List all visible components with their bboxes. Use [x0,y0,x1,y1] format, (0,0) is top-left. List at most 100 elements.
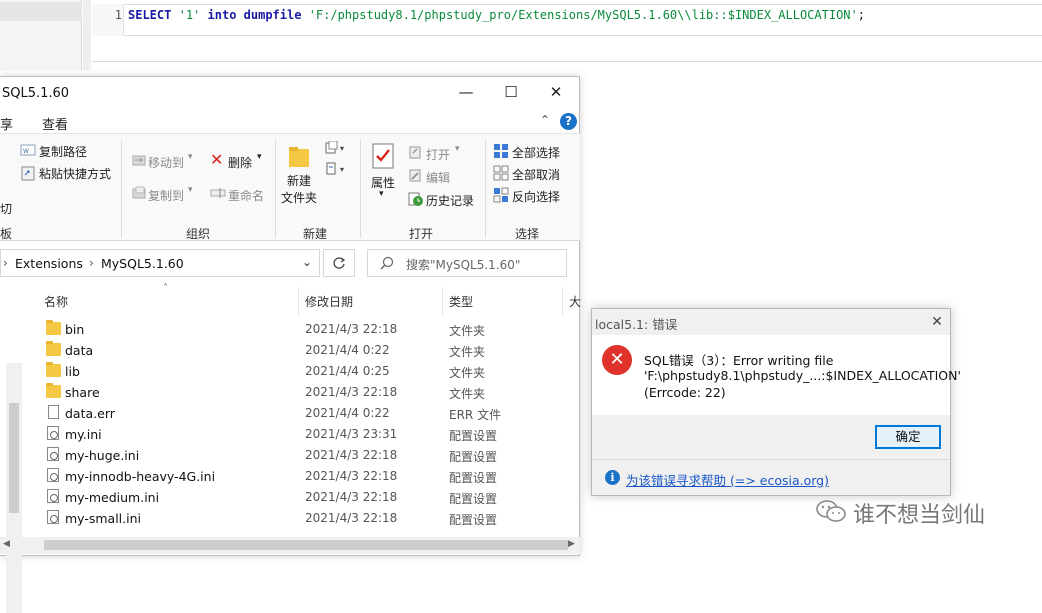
file-type: ERR 文件 [449,408,502,422]
new-folder-label-2[interactable]: 文件夹 [281,189,317,206]
sql-terminator: ; [857,8,865,22]
file-row[interactable]: my-huge.ini 2021/4/3 22:18 配置设置 [30,445,560,466]
column-date[interactable]: 修改日期 [305,293,353,310]
line-number: 1 [114,8,122,22]
chevron-down-icon: ▾ [188,152,193,162]
file-row[interactable]: my.ini 2021/4/3 23:31 配置设置 [30,424,560,445]
scrollbar-thumb[interactable] [9,403,19,513]
folder-icon [46,320,61,335]
folder-icon [46,341,61,356]
help-link[interactable]: 为该错误寻求帮助 (=> ecosia.org) [626,470,829,489]
column-divider[interactable] [442,287,443,315]
horizontal-scrollbar[interactable]: ◀ ▶ [0,537,580,554]
help-icon[interactable]: ? [560,113,577,130]
ok-button[interactable]: 确定 [875,425,941,449]
divider [592,459,950,460]
sql-keyword: SELECT [128,8,172,22]
file-date: 2021/4/4 0:22 [305,406,390,420]
search-icon [380,256,394,270]
column-type[interactable]: 类型 [449,293,473,310]
file-type: 文件夹 [449,345,486,359]
file-date: 2021/4/3 22:18 [305,490,398,504]
file-type: 配置设置 [449,450,498,464]
refresh-button[interactable] [323,249,355,277]
dialog-close-button[interactable]: ✕ [926,311,948,333]
open-button[interactable]: 打开 [426,146,450,163]
column-divider[interactable] [298,287,299,315]
file-row[interactable]: my-medium.ini 2021/4/3 22:18 配置设置 [30,487,560,508]
file-row[interactable]: my-small.ini 2021/4/3 22:18 配置设置 [30,508,560,529]
maximize-button[interactable]: ☐ [488,77,534,107]
copy-path-button[interactable]: 复制路径 [39,143,87,160]
file-row[interactable]: data.err 2021/4/4 0:22 ERR 文件 [30,403,560,424]
delete-icon: ✕ [210,150,224,169]
chevron-right-icon: › [3,256,8,270]
error-icon: ✕ [602,345,632,375]
breadcrumb-item[interactable]: MySQL5.1.60 [101,256,184,271]
folder-icon [46,362,61,377]
dialog-title: local5.1: 错误 [595,317,678,332]
scrollbar-thumb[interactable] [44,540,568,550]
column-divider[interactable] [562,287,563,315]
tree-selected-row[interactable] [0,2,82,21]
select-all-icon [494,144,508,158]
tab-share[interactable]: 享 [0,114,13,133]
sql-statement[interactable]: SELECT '1' into dumpfile 'F:/phpstudy8.1… [128,8,865,22]
sql-keyword: dumpfile [243,8,302,22]
paste-shortcut-icon [21,166,35,181]
file-name: my-huge.ini [65,448,140,463]
file-list-header: 名称 修改日期 类型 大 [26,287,581,315]
chevron-right-icon: › [89,256,94,270]
clipboard-group-label: 板 [0,227,13,241]
window-title: SQL5.1.60 [2,86,70,101]
file-row[interactable]: lib 2021/4/4 0:25 文件夹 [30,361,560,382]
breadcrumb-item[interactable]: Extensions [15,256,83,271]
history-button[interactable]: 历史记录 [426,192,474,209]
error-message-line: (Errcode: 22) [644,385,726,400]
file-type: 配置设置 [449,492,498,506]
select-none-button[interactable]: 全部取消 [512,166,560,183]
splitter[interactable] [83,0,91,70]
cut-button[interactable]: 切 [0,200,12,217]
select-group-label: 选择 [515,227,540,241]
move-to-button[interactable]: 移动到 [148,154,184,171]
paste-shortcut-button[interactable]: 粘贴快捷方式 [39,165,111,182]
wechat-logo-icon [816,500,846,522]
chevron-down-icon[interactable]: ⌄ [302,255,312,269]
collapse-ribbon-icon[interactable]: ⌃ [540,113,550,127]
address-bar[interactable]: › Extensions › MySQL5.1.60 ⌄ [0,249,320,277]
select-all-button[interactable]: 全部选择 [512,144,560,161]
easy-access-icon: ▾ [326,162,344,175]
column-name[interactable]: 名称 [44,293,68,310]
sql-keyword: into [207,8,237,22]
edit-button[interactable]: 编辑 [426,169,450,186]
new-folder-label[interactable]: 新建 [287,172,311,189]
file-name: share [65,385,100,400]
watermark-text: 谁不想当剑仙 [853,503,986,528]
divider [485,140,486,238]
tab-view[interactable]: 查看 [42,114,68,133]
delete-button[interactable]: 删除 [228,154,252,171]
copy-to-icon [132,186,146,199]
history-icon [408,192,423,206]
file-row[interactable]: bin 2021/4/3 22:18 文件夹 [30,319,560,340]
chevron-down-icon: ▾ [257,152,262,162]
file-type: 配置设置 [449,471,498,485]
file-row[interactable]: data 2021/4/4 0:22 文件夹 [30,340,560,361]
file-row[interactable]: my-innodb-heavy-4G.ini 2021/4/3 22:18 配置设置 [30,466,560,487]
minimize-button[interactable]: — [443,77,489,107]
divider [121,140,122,238]
search-box[interactable]: 搜索"MySQL5.1.60" [367,249,567,277]
file-row[interactable]: share 2021/4/3 22:18 文件夹 [30,382,560,403]
scroll-left-icon[interactable]: ◀ [3,539,10,549]
column-size[interactable]: 大 [569,293,581,310]
divider [275,140,276,238]
scroll-right-icon[interactable]: ▶ [568,539,575,549]
invert-selection-button[interactable]: 反向选择 [512,188,560,205]
nav-pane-scrollbar[interactable] [6,363,22,613]
close-button[interactable]: ✕ [533,77,579,107]
copy-to-button[interactable]: 复制到 [148,187,184,204]
rename-button[interactable]: 重命名 [228,187,264,204]
object-tree-panel[interactable] [0,0,82,70]
divider [360,140,361,238]
